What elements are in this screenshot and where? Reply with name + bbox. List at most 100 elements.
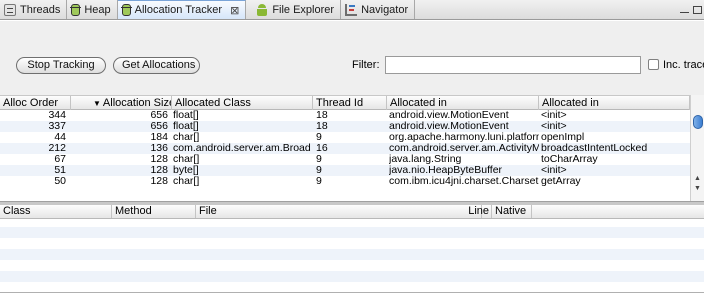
col-alloc-order[interactable]: Alloc Order <box>0 96 71 110</box>
tab-threads-label: Threads <box>20 3 61 16</box>
alloc-order-cell: 212 <box>48 143 66 154</box>
allocated-in-method-cell: <init> <box>541 121 567 132</box>
allocated-class-cell: byte[] <box>173 165 199 176</box>
allocated-class-cell: float[] <box>173 110 199 121</box>
scroll-down-icon[interactable]: ▼ <box>694 185 701 192</box>
col-native-label: Native <box>495 205 527 217</box>
tab-heap[interactable]: Heap <box>67 0 118 19</box>
allocated-in-method-cell: broadcastIntentLocked <box>541 143 648 154</box>
table-row[interactable]: 212 136 com.android.server.am.Broadca 16 com… <box>0 143 690 154</box>
col-method[interactable]: Method <box>112 205 196 218</box>
allocated-in-class-cell: com.android.server.am.ActivityMa <box>389 143 539 154</box>
col-line-label: Line <box>468 205 489 217</box>
allocated-in-class-cell: com.ibm.icu4jni.charset.CharsetE <box>389 176 539 187</box>
thread-id-cell: 16 <box>316 143 328 154</box>
table-row[interactable]: 44 184 char[] 9 org.apache.harmony.luni.plat… <box>0 132 690 143</box>
col-thread-id[interactable]: Thread Id <box>313 96 387 110</box>
stop-tracking-button[interactable]: Stop Tracking <box>16 57 106 74</box>
allocated-in-method-cell: <init> <box>541 110 567 121</box>
tab-heap-label: Heap <box>84 3 111 16</box>
maximize-icon[interactable] <box>693 6 702 14</box>
stack-empty-row <box>0 238 704 249</box>
col-file-label: File <box>199 205 217 217</box>
stack-empty-row <box>0 260 704 271</box>
alloc-order-cell: 44 <box>54 132 66 143</box>
view-tab-bar: Threads Heap Allocation Tracker ⊠ File E… <box>0 0 704 20</box>
alloc-order-cell: 51 <box>54 165 66 176</box>
col-line[interactable]: Line <box>460 205 492 218</box>
allocation-can-icon <box>120 4 132 16</box>
filter-label: Filter: <box>352 59 380 71</box>
col-file[interactable]: File <box>196 205 482 218</box>
allocation-size-cell: 656 <box>150 110 168 121</box>
allocated-in-class-cell: org.apache.harmony.luni.platform <box>389 132 539 143</box>
allocated-in-class-cell: java.nio.HeapByteBuffer <box>389 165 503 176</box>
allocation-size-cell: 136 <box>150 143 168 154</box>
allocated-class-cell: char[] <box>173 154 200 165</box>
allocation-size-cell: 184 <box>150 132 168 143</box>
col-class[interactable]: Class <box>0 205 112 218</box>
get-allocations-button[interactable]: Get Allocations <box>113 57 200 74</box>
tab-allocation-tracker-label: Allocation Tracker <box>134 4 223 16</box>
col-allocated-class[interactable]: Allocated Class <box>172 96 313 110</box>
allocated-in-class-cell: android.view.MotionEvent <box>389 110 509 121</box>
col-allocated-in-method[interactable]: Allocated in <box>539 96 690 110</box>
android-icon <box>256 3 268 16</box>
tab-allocation-tracker[interactable]: Allocation Tracker ⊠ <box>117 0 247 19</box>
tab-navigator-label: Navigator <box>361 3 409 16</box>
table-row[interactable]: 50 128 char[] 9 com.ibm.icu4jni.charset.Char… <box>0 176 690 187</box>
allocation-vertical-scrollbar[interactable]: ▲ ▼ <box>690 95 704 201</box>
col-allocation-size[interactable]: ▼ Allocation Size <box>71 96 172 110</box>
table-row[interactable]: 51 128 byte[] 9 java.nio.HeapByteBuffer <init… <box>0 165 690 176</box>
allocation-size-cell: 128 <box>150 154 168 165</box>
inc-trace-label: Inc. trace <box>663 59 704 71</box>
stack-empty-row <box>0 227 704 238</box>
view-window-controls <box>674 0 704 20</box>
tab-file-explorer[interactable]: File Explorer <box>246 0 342 19</box>
allocation-table: Alloc Order ▼ Allocation Size Allocated C… <box>0 95 704 201</box>
allocation-toolbar: Stop Tracking Get Allocations Filter: In… <box>0 21 704 95</box>
thread-id-cell: 18 <box>316 110 328 121</box>
tab-navigator[interactable]: Navigator <box>341 0 416 19</box>
allocated-in-method-cell: openImpl <box>541 132 585 143</box>
tab-file-explorer-label: File Explorer <box>272 3 335 16</box>
col-allocated-in-method-label: Allocated in <box>542 97 599 109</box>
table-row[interactable]: 67 128 char[] 9 java.lang.String toCharArray <box>0 154 690 165</box>
heap-can-icon <box>70 3 82 16</box>
thread-id-cell: 18 <box>316 121 328 132</box>
close-tab-icon[interactable]: ⊠ <box>230 4 239 17</box>
alloc-order-cell: 344 <box>48 110 66 121</box>
allocated-class-cell: char[] <box>173 176 200 187</box>
allocation-table-header: Alloc Order ▼ Allocation Size Allocated C… <box>0 95 690 110</box>
col-allocated-in-class-label: Allocated in <box>390 97 447 109</box>
col-native[interactable]: Native <box>492 205 532 218</box>
navigator-icon <box>345 3 358 16</box>
allocated-in-class-cell: java.lang.String <box>389 154 462 165</box>
alloc-order-cell: 50 <box>54 176 66 187</box>
table-row[interactable]: 344 656 float[] 18 android.view.MotionEvent <… <box>0 110 690 121</box>
allocated-in-method-cell: <init> <box>541 165 567 176</box>
filter-input[interactable] <box>385 56 641 74</box>
col-method-label: Method <box>115 205 152 217</box>
inc-trace-checkbox[interactable] <box>648 59 659 70</box>
stack-trace-table: Class Method File Line Native <box>0 205 704 293</box>
allocated-class-cell: com.android.server.am.Broadca <box>173 143 311 154</box>
col-alloc-order-label: Alloc Order <box>3 97 59 109</box>
thread-id-cell: 9 <box>316 176 322 187</box>
table-row[interactable]: 337 656 float[] 18 android.view.MotionEvent <… <box>0 121 690 132</box>
allocated-in-class-cell: android.view.MotionEvent <box>389 121 509 132</box>
col-allocation-size-label: Allocation Size <box>102 97 172 109</box>
threads-icon <box>4 3 16 16</box>
allocated-in-method-cell: getArray <box>541 176 581 187</box>
alloc-order-cell: 337 <box>48 121 66 132</box>
allocation-size-cell: 656 <box>150 121 168 132</box>
sort-descending-icon: ▼ <box>93 99 101 108</box>
allocated-class-cell: char[] <box>173 132 200 143</box>
tab-threads[interactable]: Threads <box>0 0 68 19</box>
scroll-up-icon[interactable]: ▲ <box>694 175 701 182</box>
stack-empty-row <box>0 271 704 282</box>
allocation-size-cell: 128 <box>150 165 168 176</box>
col-allocated-in-class[interactable]: Allocated in <box>387 96 539 110</box>
scroll-thumb[interactable] <box>693 115 703 129</box>
minimize-icon[interactable] <box>680 8 689 13</box>
